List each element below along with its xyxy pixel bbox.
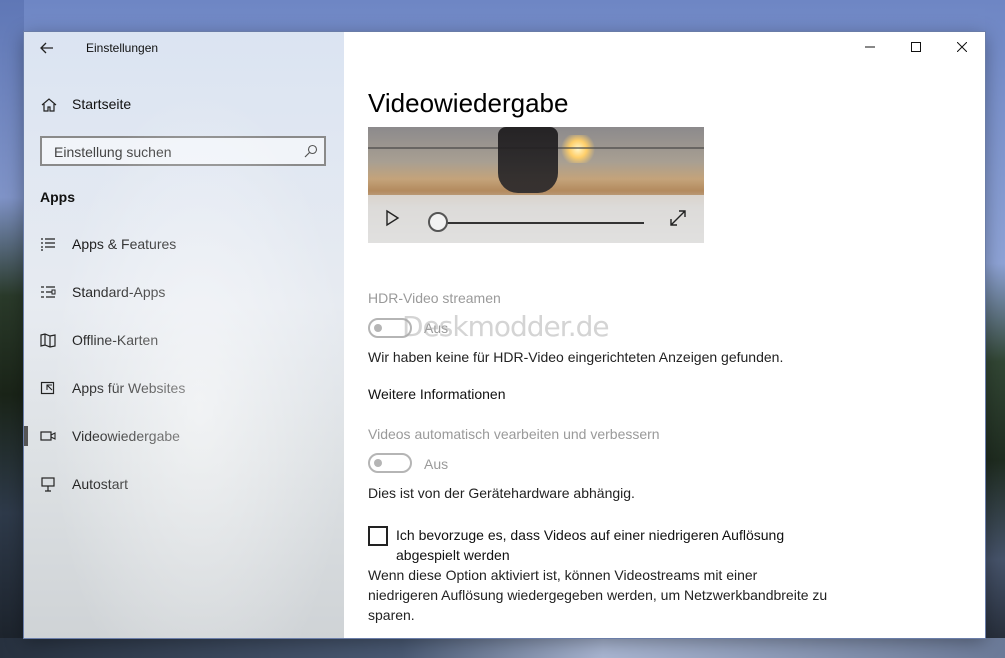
list-icon: [41, 238, 55, 251]
open-in-app-icon: [40, 381, 55, 395]
page-title: Videowiedergabe: [368, 88, 569, 118]
maximize-icon: [911, 42, 921, 52]
seek-thumb[interactable]: [428, 212, 448, 232]
low-resolution-label[interactable]: Ich bevorzuge es, dass Videos auf einer …: [396, 525, 826, 565]
fullscreen-icon[interactable]: [668, 208, 688, 228]
sidebar-item-default-apps[interactable]: Standard-Apps: [24, 272, 344, 312]
sidebar-item-video-playback[interactable]: Videowiedergabe: [24, 416, 344, 456]
section-title: Apps: [40, 189, 75, 205]
minimize-icon: [865, 46, 875, 48]
desktop-background-bottom: [0, 638, 1005, 658]
sidebar-item-startup[interactable]: Autostart: [24, 464, 344, 504]
close-icon: [957, 42, 967, 52]
active-indicator: [24, 426, 28, 446]
settings-window: Einstellungen Startseite Apps Apps & Fea…: [24, 32, 985, 638]
startup-icon: [41, 477, 55, 492]
sidebar-item-label: Apps für Websites: [72, 380, 186, 396]
auto-process-toggle[interactable]: [368, 453, 412, 473]
desktop-background-right: [985, 0, 1005, 658]
back-arrow-icon: [40, 42, 53, 54]
auto-process-description: Dies ist von der Gerätehardware abhängig…: [368, 485, 635, 501]
search-input[interactable]: [52, 142, 296, 162]
toggle-knob: [374, 459, 382, 467]
hdr-state: Aus: [424, 320, 449, 336]
sidebar-item-home[interactable]: Startseite: [24, 88, 344, 120]
desktop-background-left: [0, 0, 24, 658]
map-icon: [40, 333, 56, 348]
sidebar-item-label: Offline-Karten: [72, 332, 159, 348]
player-controls: [368, 195, 704, 243]
app-title: Einstellungen: [86, 41, 159, 55]
low-resolution-checkbox[interactable]: [368, 526, 388, 546]
sidebar-item-apps-for-websites[interactable]: Apps für Websites: [24, 368, 344, 408]
sidebar-item-label: Apps & Features: [72, 236, 177, 252]
hdr-description: Wir haben keine für HDR-Video eingericht…: [368, 349, 784, 365]
main-content: Videowiedergabe HDR-Video streamen Aus W…: [344, 32, 985, 638]
play-icon[interactable]: [382, 208, 402, 228]
search-icon[interactable]: [304, 144, 318, 158]
hdr-toggle[interactable]: [368, 318, 412, 338]
seek-track[interactable]: [438, 222, 644, 224]
home-label: Startseite: [72, 96, 132, 112]
home-icon: [41, 98, 57, 112]
video-sun: [558, 135, 598, 163]
sidebar-item-apps-features[interactable]: Apps & Features: [24, 224, 344, 264]
hdr-label: HDR-Video streamen: [368, 290, 501, 306]
sidebar: Einstellungen Startseite Apps Apps & Fea…: [24, 32, 344, 638]
sidebar-item-offline-maps[interactable]: Offline-Karten: [24, 320, 344, 360]
video-person: [498, 127, 558, 193]
sidebar-item-label: Videowiedergabe: [72, 428, 180, 444]
title-bar-left: Einstellungen: [24, 32, 344, 64]
sidebar-item-label: Autostart: [72, 476, 129, 492]
minimize-button[interactable]: [847, 32, 893, 62]
maximize-button[interactable]: [893, 32, 939, 62]
search-box[interactable]: [40, 136, 326, 166]
back-button[interactable]: [34, 36, 60, 60]
low-resolution-description: Wenn diese Option aktiviert ist, können …: [368, 567, 828, 623]
sidebar-item-label: Standard-Apps: [72, 284, 166, 300]
toggle-knob: [374, 324, 382, 332]
video-icon: [40, 431, 56, 441]
auto-process-label: Videos automatisch vearbeiten und verbes…: [368, 426, 660, 442]
default-apps-icon: [41, 286, 56, 298]
video-preview-player: [368, 127, 704, 243]
auto-process-state: Aus: [424, 456, 449, 472]
close-button[interactable]: [939, 32, 985, 62]
more-info-link[interactable]: Weitere Informationen: [368, 386, 505, 402]
